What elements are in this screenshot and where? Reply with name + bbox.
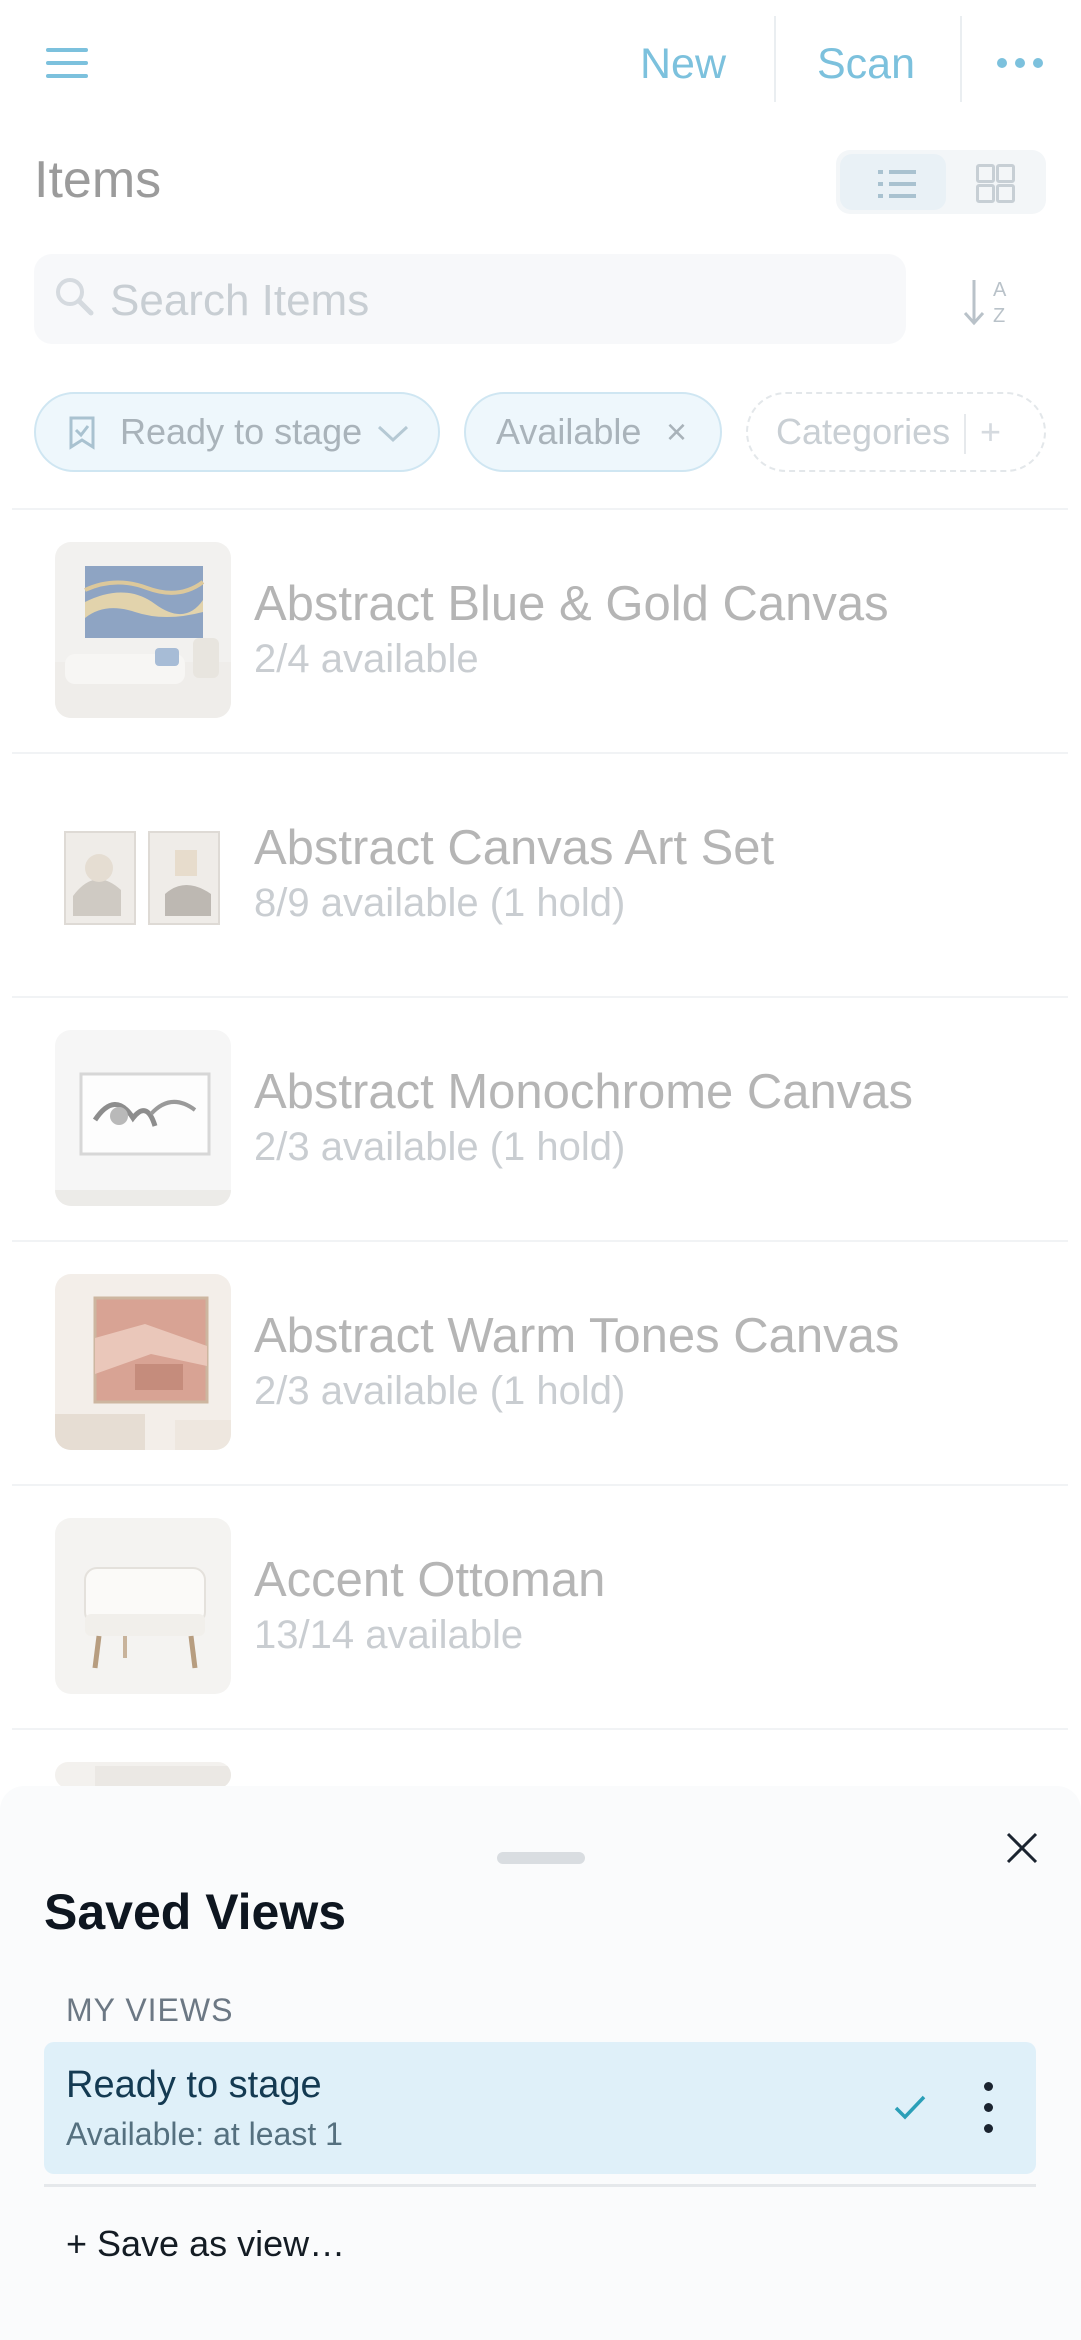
chip-label: Ready to stage — [120, 411, 363, 452]
availability-filter-chip[interactable]: Available × — [464, 392, 722, 472]
item-name: Abstract Monochrome Canvas — [254, 1065, 914, 1119]
search-icon — [56, 278, 94, 316]
list-item[interactable]: Abstract Canvas Art Set 8/9 available (1… — [12, 752, 1068, 996]
page-title: Items — [34, 151, 162, 209]
item-name: Abstract Blue & Gold Canvas — [254, 577, 889, 631]
check-icon — [894, 2095, 926, 2120]
list-item[interactable] — [12, 1728, 1068, 1788]
list-item[interactable]: Abstract Blue & Gold Canvas 2/4 availabl… — [12, 508, 1068, 752]
divider — [44, 2184, 1036, 2187]
chip-label: Categories — [776, 411, 951, 452]
new-button[interactable]: New — [640, 38, 726, 90]
categories-filter-chip[interactable]: Categories + — [746, 392, 1046, 472]
top-app-bar: New Scan — [0, 0, 1081, 132]
item-thumbnail — [55, 786, 231, 962]
chip-label: Available — [496, 411, 642, 452]
item-availability: 13/14 available — [254, 1613, 524, 1657]
toolbar-divider — [960, 16, 962, 102]
hamburger-menu-icon[interactable] — [46, 48, 88, 82]
list-item[interactable]: Abstract Monochrome Canvas 2/3 available… — [12, 996, 1068, 1240]
close-icon[interactable] — [1002, 1828, 1042, 1868]
item-availability: 2/4 available — [254, 637, 479, 681]
view-description: Available: at least 1 — [66, 2116, 343, 2152]
add-category-icon[interactable]: + — [980, 394, 1001, 470]
svg-text:A: A — [993, 279, 1007, 301]
saved-views-sheet: Saved Views MY VIEWS Ready to stage Avai… — [0, 1786, 1081, 2340]
ellipsis-icon[interactable] — [997, 58, 1043, 72]
toolbar-divider — [774, 16, 776, 102]
item-thumbnail — [55, 1030, 231, 1206]
list-item[interactable]: Accent Ottoman 13/14 available — [12, 1484, 1068, 1728]
list-item[interactable]: Abstract Warm Tones Canvas 2/3 available… — [12, 1240, 1068, 1484]
chevron-down-icon — [377, 425, 409, 443]
item-name: Accent Ottoman — [254, 1553, 606, 1607]
list-view-button[interactable] — [840, 154, 946, 210]
item-thumbnail — [55, 1518, 231, 1694]
item-thumbnail — [55, 542, 231, 718]
item-name: Abstract Warm Tones Canvas — [254, 1309, 900, 1363]
items-screen: New Scan Items Search Items A Z Ready to… — [0, 0, 1081, 2340]
item-availability: 8/9 available (1 hold) — [254, 881, 626, 925]
sort-az-icon[interactable]: A Z — [960, 272, 1020, 332]
more-options-icon[interactable] — [982, 2082, 994, 2134]
grid-view-button[interactable] — [946, 150, 1046, 214]
grid-icon — [976, 164, 1015, 203]
section-label: MY VIEWS — [66, 1992, 234, 2028]
search-input[interactable]: Search Items — [34, 254, 906, 344]
item-thumbnail — [55, 1274, 231, 1450]
sheet-title: Saved Views — [44, 1884, 347, 1940]
chip-separator — [964, 414, 966, 454]
saved-view-filter-chip[interactable]: Ready to stage — [34, 392, 440, 472]
saved-view-item[interactable]: Ready to stage Available: at least 1 — [44, 2042, 1036, 2174]
list-icon — [878, 170, 916, 198]
item-availability: 2/3 available (1 hold) — [254, 1125, 626, 1169]
scan-button[interactable]: Scan — [817, 38, 915, 90]
item-name: Abstract Canvas Art Set — [254, 821, 775, 875]
view-name: Ready to stage — [66, 2064, 322, 2106]
view-mode-toggle — [836, 150, 1046, 214]
bookmark-icon — [69, 416, 95, 450]
save-as-view-button[interactable]: + Save as view… — [66, 2222, 345, 2266]
item-thumbnail — [55, 1762, 231, 1788]
item-availability: 2/3 available (1 hold) — [254, 1369, 626, 1413]
remove-filter-icon[interactable]: × — [666, 394, 687, 470]
search-placeholder: Search Items — [110, 276, 370, 325]
svg-text:Z: Z — [993, 305, 1005, 327]
sheet-drag-handle[interactable] — [497, 1852, 585, 1864]
